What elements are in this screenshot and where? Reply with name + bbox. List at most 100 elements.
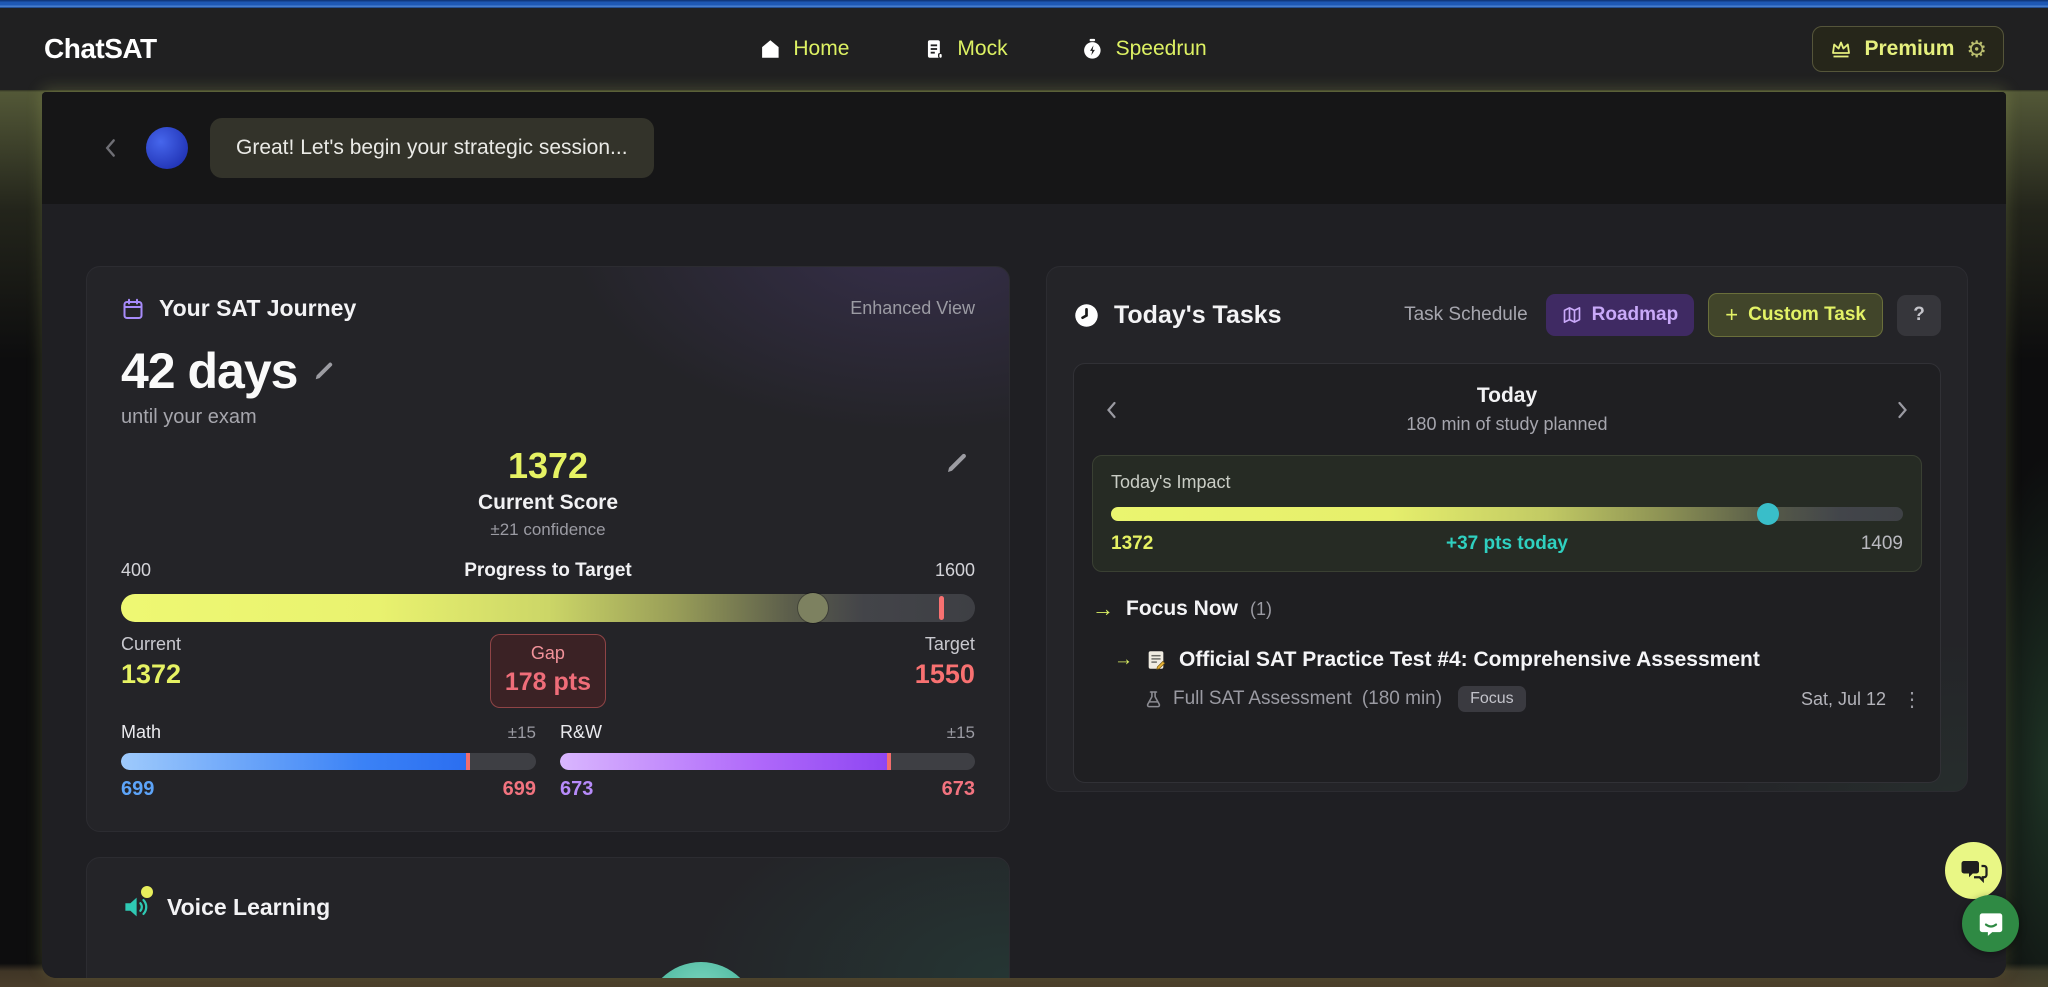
target-marker [939, 596, 944, 620]
map-icon [1562, 305, 1582, 325]
rw-score-bar [560, 753, 975, 770]
brand-logo: ChatSAT [44, 33, 157, 65]
day-subtitle: 180 min of study planned [1132, 414, 1882, 435]
progress-to-target-bar [121, 594, 975, 622]
content-container: Great! Let's begin your strategic sessio… [42, 92, 2006, 978]
gap-cell: Gap 178 pts [406, 634, 691, 708]
day-schedule-panel: Today 180 min of study planned Today's I… [1073, 363, 1941, 783]
impact-to: 1409 [1783, 533, 1903, 555]
progress-scale-labels: 400 Progress to Target 1600 [121, 560, 975, 582]
math-target: 699 [503, 778, 536, 801]
score-summary-row: Current 1372 Gap 178 pts Target 1550 [121, 634, 975, 708]
impact-bar [1111, 507, 1903, 521]
nav-label-speedrun: Speedrun [1116, 37, 1207, 61]
chat-fab-button[interactable] [1945, 842, 2002, 899]
task-menu-kebab-icon[interactable]: ⋮ [1902, 687, 1922, 712]
journey-title: Your SAT Journey [159, 295, 356, 322]
gap-label: Gap [501, 643, 595, 664]
messenger-fab-button[interactable] [1962, 895, 2019, 952]
voice-title: Voice Learning [167, 894, 330, 921]
roadmap-button[interactable]: Roadmap [1546, 294, 1695, 336]
voice-notification-dot [141, 886, 153, 898]
crown-icon [1829, 37, 1853, 61]
current-score-label: Current Score [121, 491, 975, 515]
focus-now-label: Focus Now [1126, 597, 1238, 621]
day-info: Today 180 min of study planned [1132, 384, 1882, 435]
impact-title: Today's Impact [1111, 472, 1903, 493]
dashboard-main: Your SAT Journey Enhanced View 42 days u… [42, 204, 2006, 978]
window-accent-bar [0, 0, 2048, 8]
day-label: Today [1132, 384, 1882, 408]
stopwatch-icon [1082, 38, 1104, 60]
messenger-bubble-icon [1976, 909, 2006, 939]
rw-score: 673 [560, 778, 593, 801]
progress-knob [798, 593, 828, 623]
memo-icon [1145, 649, 1167, 671]
plus-icon: + [1725, 304, 1738, 326]
chevron-left-icon[interactable] [98, 135, 124, 161]
task-meta-row: Full SAT Assessment (180 min) Focus Sat,… [1092, 686, 1922, 712]
tasks-header-actions: Task Schedule Roadmap + Custom Task [1404, 293, 1941, 337]
custom-task-label: Custom Task [1748, 304, 1866, 326]
roadmap-label: Roadmap [1592, 304, 1679, 326]
gap-value: 178 pts [501, 668, 595, 697]
voice-header: Voice Learning [121, 892, 975, 922]
nav-label-home: Home [793, 37, 849, 61]
custom-task-button[interactable]: + Custom Task [1708, 293, 1883, 337]
document-icon [923, 38, 945, 60]
tasks-title: Today's Tasks [1114, 301, 1282, 330]
math-target-marker [466, 753, 470, 770]
task-type: Full SAT Assessment [1173, 688, 1352, 710]
enhanced-view-toggle[interactable]: Enhanced View [850, 298, 975, 319]
focus-now-heading: → Focus Now (1) [1092, 596, 1922, 622]
edit-score-pencil-icon[interactable] [945, 451, 969, 475]
impact-from: 1372 [1111, 533, 1231, 555]
rw-target: 673 [942, 778, 975, 801]
premium-button[interactable]: Premium ⚙ [1812, 26, 2005, 72]
math-label: Math [121, 722, 161, 743]
impact-delta: +37 pts today [1231, 533, 1783, 555]
nav-item-speedrun[interactable]: Speedrun [1082, 37, 1207, 61]
math-confidence: ±15 [508, 723, 536, 743]
next-day-chevron-icon[interactable] [1882, 398, 1922, 422]
speaker-icon [121, 892, 151, 922]
app-root: ChatSAT Home Mock Speedrun [0, 0, 2048, 987]
math-bar-fill [121, 753, 466, 770]
rw-bar-fill [560, 753, 887, 770]
current-score-block: 1372 Current Score ±21 confidence [121, 445, 975, 540]
exam-countdown: 42 days [121, 342, 975, 400]
todays-impact-panel: Today's Impact 1372 +37 pts today 1409 [1092, 455, 1922, 572]
nav-label-mock: Mock [957, 37, 1007, 61]
left-column: Your SAT Journey Enhanced View 42 days u… [86, 266, 1010, 978]
top-nav: ChatSAT Home Mock Speedrun [0, 8, 2048, 90]
rw-confidence: ±15 [947, 723, 975, 743]
flask-icon [1144, 690, 1163, 709]
clock-icon [1073, 302, 1100, 329]
task-row[interactable]: → Official SAT Practice Test #4: Compreh… [1092, 648, 1922, 672]
current-value: 1372 [121, 659, 406, 690]
gear-icon[interactable]: ⚙ [1966, 38, 1987, 61]
prev-day-chevron-icon[interactable] [1092, 398, 1132, 422]
arrow-right-icon: → [1092, 596, 1114, 622]
task-arrow-icon: → [1114, 649, 1133, 671]
nav-item-mock[interactable]: Mock [923, 37, 1007, 61]
target-label: Target [690, 634, 975, 655]
rw-label: R&W [560, 722, 602, 743]
gap-box: Gap 178 pts [490, 634, 606, 708]
score-confidence: ±21 confidence [121, 520, 975, 540]
edit-pencil-icon[interactable] [313, 360, 335, 382]
math-score-bar [121, 753, 536, 770]
help-button[interactable]: ? [1897, 295, 1941, 336]
chat-strip: Great! Let's begin your strategic sessio… [42, 92, 2006, 204]
voice-orb-button[interactable] [645, 962, 757, 978]
task-schedule-label: Task Schedule [1404, 304, 1528, 326]
nav-item-home[interactable]: Home [759, 37, 849, 61]
current-cell: Current 1372 [121, 634, 406, 690]
voice-learning-card: Voice Learning [86, 857, 1010, 978]
math-score: 699 [121, 778, 154, 801]
countdown-subtitle: until your exam [121, 406, 975, 429]
target-cell: Target 1550 [690, 634, 975, 690]
tasks-header: Today's Tasks Task Schedule Roadmap + [1073, 293, 1941, 337]
task-date: Sat, Jul 12 [1801, 689, 1886, 710]
assistant-avatar [146, 127, 188, 169]
